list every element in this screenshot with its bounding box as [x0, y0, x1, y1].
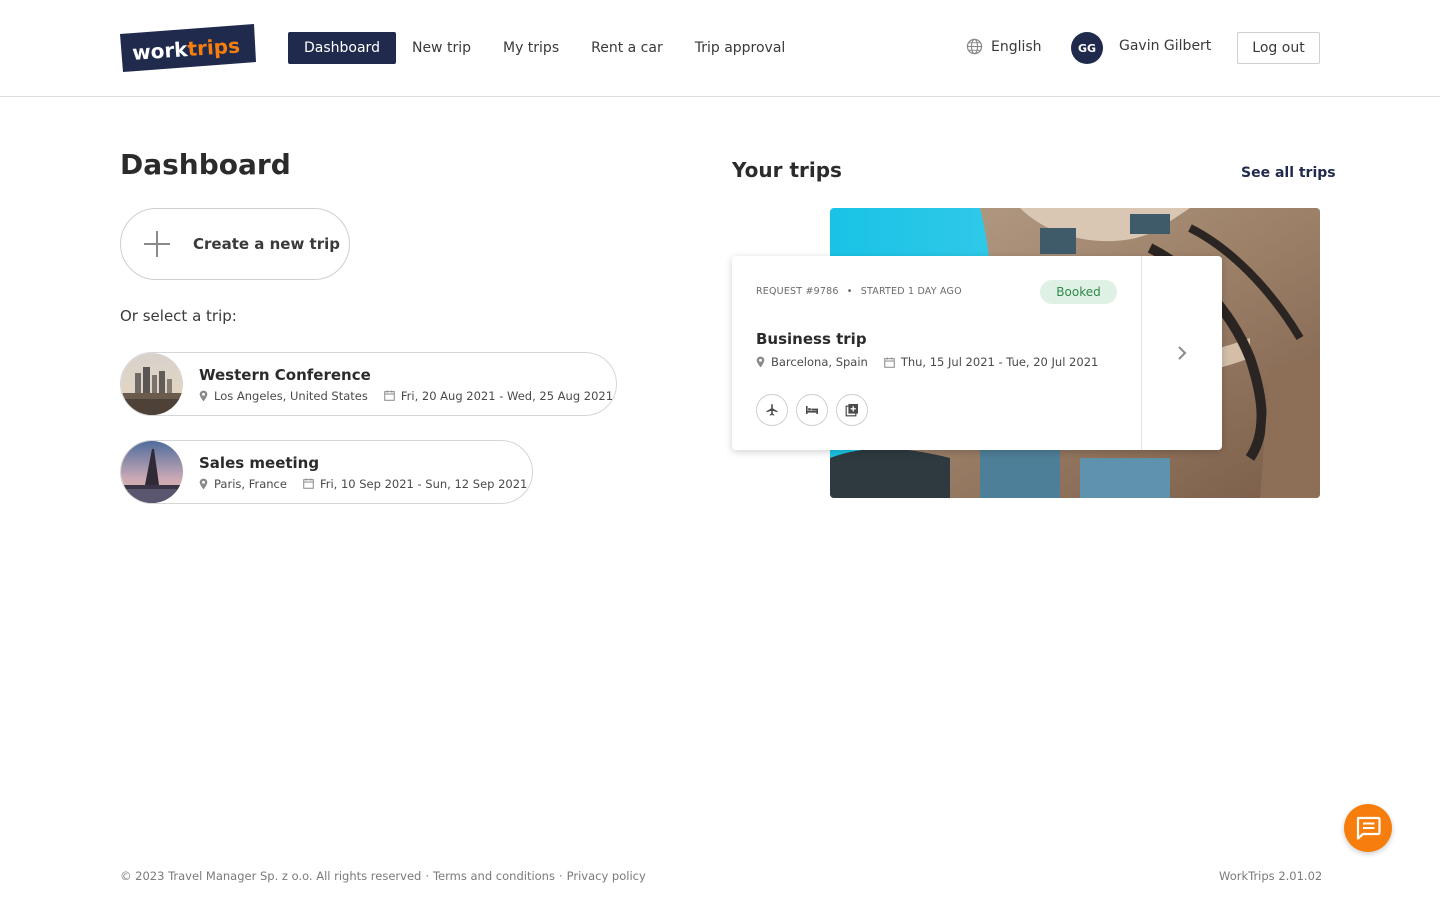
calendar-icon — [884, 356, 895, 368]
bed-icon[interactable] — [796, 394, 828, 426]
trip-item-sales-meeting[interactable]: Sales meeting Paris, France Fri, 10 Sep … — [120, 440, 533, 504]
privacy-link[interactable]: Privacy policy — [567, 869, 646, 883]
top-header: worktrips Dashboard New trip My trips Re… — [0, 0, 1440, 97]
trip-location: Paris, France — [214, 476, 287, 491]
your-trips-title: Your trips — [732, 158, 842, 182]
paris-thumbnail — [121, 441, 183, 503]
card-location: Barcelona, Spain — [771, 355, 868, 369]
footer-separator: · — [425, 869, 429, 883]
trip-item-western-conference[interactable]: Western Conference Los Angeles, United S… — [120, 352, 617, 416]
nav-trip-approval[interactable]: Trip approval — [679, 32, 802, 64]
trip-location: Los Angeles, United States — [214, 388, 368, 403]
language-selector[interactable]: English — [966, 38, 1042, 55]
card-dates: Thu, 15 Jul 2021 - Tue, 20 Jul 2021 — [900, 355, 1099, 369]
request-number: REQUEST #9786 — [756, 286, 839, 297]
separator-dot: • — [846, 286, 853, 297]
location-pin-icon — [199, 390, 208, 402]
user-avatar[interactable]: GG — [1071, 32, 1103, 64]
copyright-text: © 2023 Travel Manager Sp. z o.o. All rig… — [120, 869, 422, 883]
card-title: Business trip — [756, 330, 867, 348]
trip-name: Western Conference — [199, 365, 371, 384]
chat-icon — [1356, 816, 1381, 840]
footer-links: © 2023 Travel Manager Sp. z o.o. All rig… — [120, 869, 646, 883]
plus-icon — [143, 230, 171, 258]
nav-my-trips[interactable]: My trips — [487, 32, 575, 64]
started-label: STARTED 1 DAY AGO — [860, 286, 962, 297]
terms-link[interactable]: Terms and conditions — [433, 869, 555, 883]
app-version: WorkTrips 2.01.02 — [1219, 869, 1323, 883]
location-pin-icon — [199, 478, 208, 490]
page-title: Dashboard — [120, 148, 291, 181]
select-trip-label: Or select a trip: — [120, 307, 237, 325]
nav-new-trip[interactable]: New trip — [396, 32, 487, 64]
language-label: English — [991, 38, 1042, 55]
worktrips-logo[interactable]: worktrips — [120, 24, 256, 72]
chat-button[interactable] — [1344, 804, 1392, 852]
add-service-icon[interactable] — [836, 394, 868, 426]
chevron-right-icon[interactable] — [1142, 256, 1222, 450]
create-trip-label: Create a new trip — [193, 235, 340, 253]
logout-button[interactable]: Log out — [1237, 32, 1320, 64]
see-all-trips-link[interactable]: See all trips — [1241, 165, 1336, 181]
trip-dates: Fri, 10 Sep 2021 - Sun, 12 Sep 2021 — [319, 476, 528, 491]
trip-name: Sales meeting — [199, 453, 320, 472]
user-name[interactable]: Gavin Gilbert — [1119, 38, 1211, 54]
globe-icon — [966, 38, 983, 55]
calendar-icon — [303, 478, 314, 489]
nav-rent-a-car[interactable]: Rent a car — [575, 32, 679, 64]
footer-separator: · — [558, 869, 563, 883]
nav-dashboard[interactable]: Dashboard — [288, 32, 396, 64]
trip-card-business-trip[interactable]: REQUEST #9786 • STARTED 1 DAY AGO Booked… — [732, 256, 1222, 450]
los-angeles-thumbnail — [121, 353, 183, 415]
location-pin-icon — [756, 356, 765, 368]
main-nav: Dashboard New trip My trips Rent a car T… — [288, 32, 801, 64]
airplane-icon[interactable] — [756, 394, 788, 426]
calendar-icon — [384, 390, 395, 401]
status-badge: Booked — [1040, 280, 1117, 304]
trip-dates: Fri, 20 Aug 2021 - Wed, 25 Aug 2021 — [400, 388, 614, 403]
create-trip-button[interactable]: Create a new trip — [120, 208, 350, 280]
